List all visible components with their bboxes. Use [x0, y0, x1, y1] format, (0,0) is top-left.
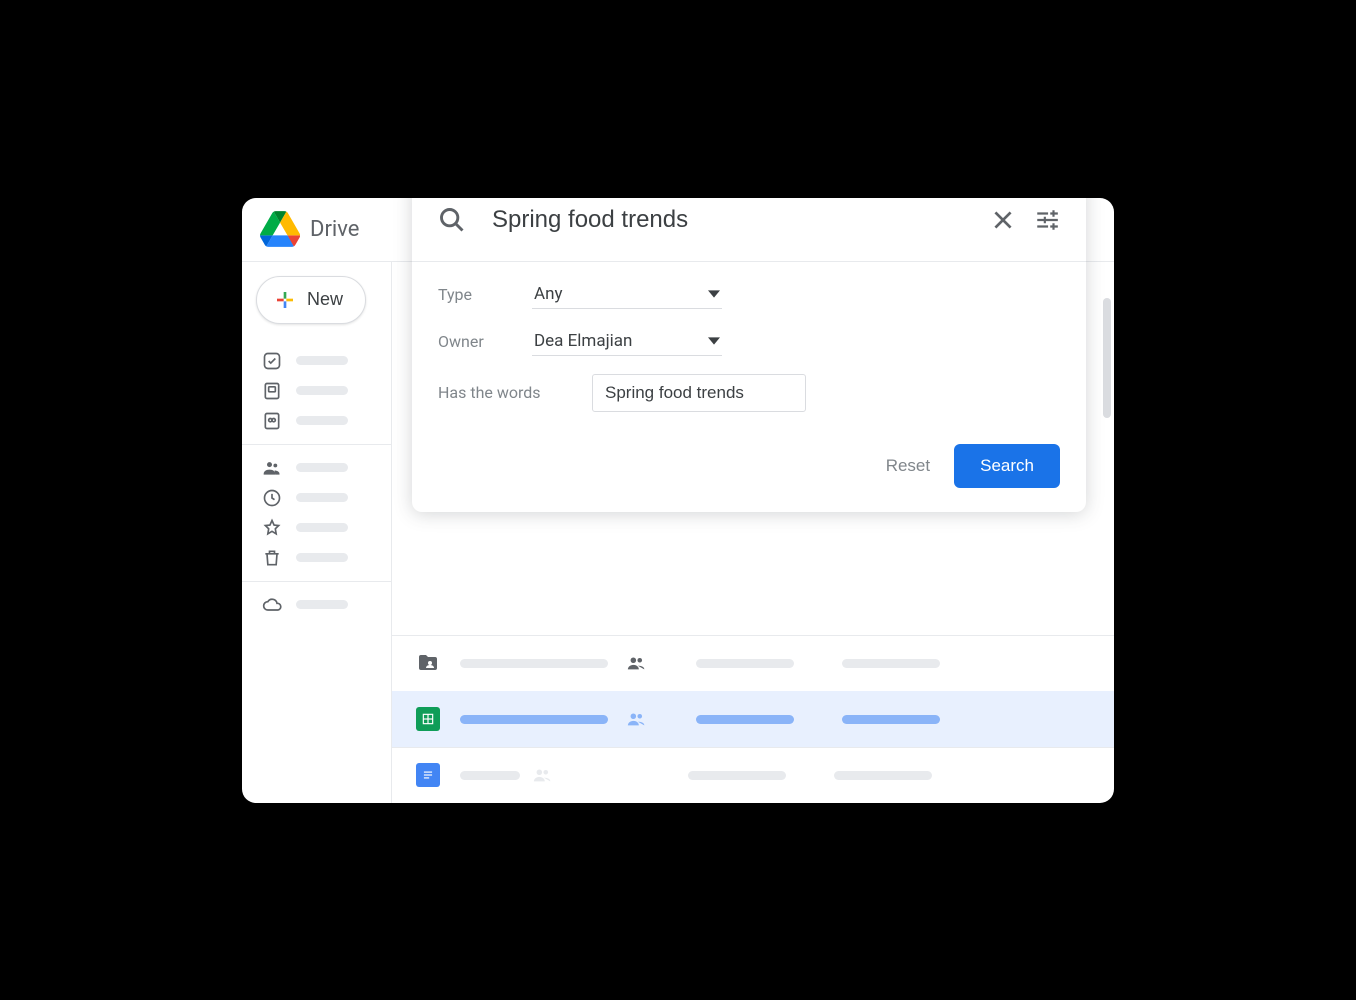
nav-placeholder	[296, 386, 348, 395]
shared-drives-icon	[262, 411, 282, 431]
clear-search-icon[interactable]	[990, 207, 1016, 233]
trash-icon	[262, 548, 282, 568]
file-list	[392, 635, 1114, 803]
search-input[interactable]	[492, 206, 972, 234]
filter-owner-label: Owner	[438, 332, 532, 351]
shared-icon	[626, 711, 648, 727]
nav-item-my-drive[interactable]	[242, 376, 391, 406]
folder-shared-icon	[416, 651, 440, 675]
new-button[interactable]: New	[256, 276, 366, 324]
scrollbar-thumb[interactable]	[1103, 298, 1111, 418]
plus-icon	[273, 288, 297, 312]
search-panel: Type Any Owner Dea Elmajian Has the word…	[412, 198, 1086, 512]
file-owner-placeholder	[696, 659, 794, 668]
clock-icon	[262, 488, 282, 508]
nav-item-trash[interactable]	[242, 543, 391, 573]
filter-type-label: Type	[438, 285, 532, 304]
nav-item-starred[interactable]	[242, 513, 391, 543]
cloud-icon	[262, 595, 282, 615]
nav-item-shared[interactable]	[242, 453, 391, 483]
nav-placeholder	[296, 463, 348, 472]
search-bar	[412, 198, 1086, 262]
nav-placeholder	[296, 553, 348, 562]
file-row-sheets[interactable]	[392, 691, 1114, 747]
file-row-folder[interactable]	[392, 635, 1114, 691]
nav-item-storage[interactable]	[242, 590, 391, 620]
drive-logo-icon	[260, 209, 300, 249]
filter-options-icon[interactable]	[1034, 207, 1060, 233]
check-badge-icon	[262, 351, 282, 371]
filter-type-value: Any	[534, 284, 563, 304]
nav-placeholder	[296, 523, 348, 532]
nav-item-recent[interactable]	[242, 483, 391, 513]
file-name-placeholder	[460, 771, 520, 780]
search-button[interactable]: Search	[954, 444, 1060, 488]
drive-icon	[262, 381, 282, 401]
filter-owner-value: Dea Elmajian	[534, 331, 632, 351]
filter-type-dropdown[interactable]: Any	[532, 280, 722, 309]
nav-placeholder	[296, 493, 348, 502]
nav-item-shared-drives[interactable]	[242, 406, 391, 436]
filter-words-input[interactable]	[592, 374, 806, 412]
file-name-placeholder	[460, 659, 608, 668]
filter-row-words: Has the words	[438, 374, 1060, 412]
nav-group-secondary	[242, 445, 391, 582]
sidebar: New	[242, 262, 392, 803]
new-button-label: New	[307, 289, 343, 310]
search-icon	[438, 206, 466, 234]
search-actions: Reset Search	[412, 438, 1086, 512]
file-owner-placeholder	[696, 715, 794, 724]
app-title: Drive	[310, 217, 359, 242]
file-name-placeholder	[460, 715, 608, 724]
app-window: Drive New	[242, 198, 1114, 803]
nav-group-primary	[242, 338, 391, 445]
nav-placeholder	[296, 356, 348, 365]
search-filters: Type Any Owner Dea Elmajian Has the word…	[412, 262, 1086, 438]
chevron-down-icon	[708, 288, 720, 300]
filter-row-owner: Owner Dea Elmajian	[438, 327, 1060, 356]
file-date-placeholder	[842, 715, 940, 724]
docs-icon	[416, 763, 440, 787]
chevron-down-icon	[708, 335, 720, 347]
filter-words-label: Has the words	[438, 383, 592, 402]
nav-placeholder	[296, 600, 348, 609]
file-row-docs[interactable]	[392, 747, 1114, 803]
nav-item-priority[interactable]	[242, 346, 391, 376]
reset-button[interactable]: Reset	[886, 456, 930, 476]
nav-placeholder	[296, 416, 348, 425]
file-date-placeholder	[834, 771, 932, 780]
sheets-icon	[416, 707, 440, 731]
shared-icon	[626, 655, 648, 671]
file-date-placeholder	[842, 659, 940, 668]
filter-row-type: Type Any	[438, 280, 1060, 309]
shared-icon	[532, 767, 554, 783]
star-icon	[262, 518, 282, 538]
nav-group-storage	[242, 582, 391, 628]
file-owner-placeholder	[688, 771, 786, 780]
people-icon	[262, 458, 282, 478]
filter-owner-dropdown[interactable]: Dea Elmajian	[532, 327, 722, 356]
